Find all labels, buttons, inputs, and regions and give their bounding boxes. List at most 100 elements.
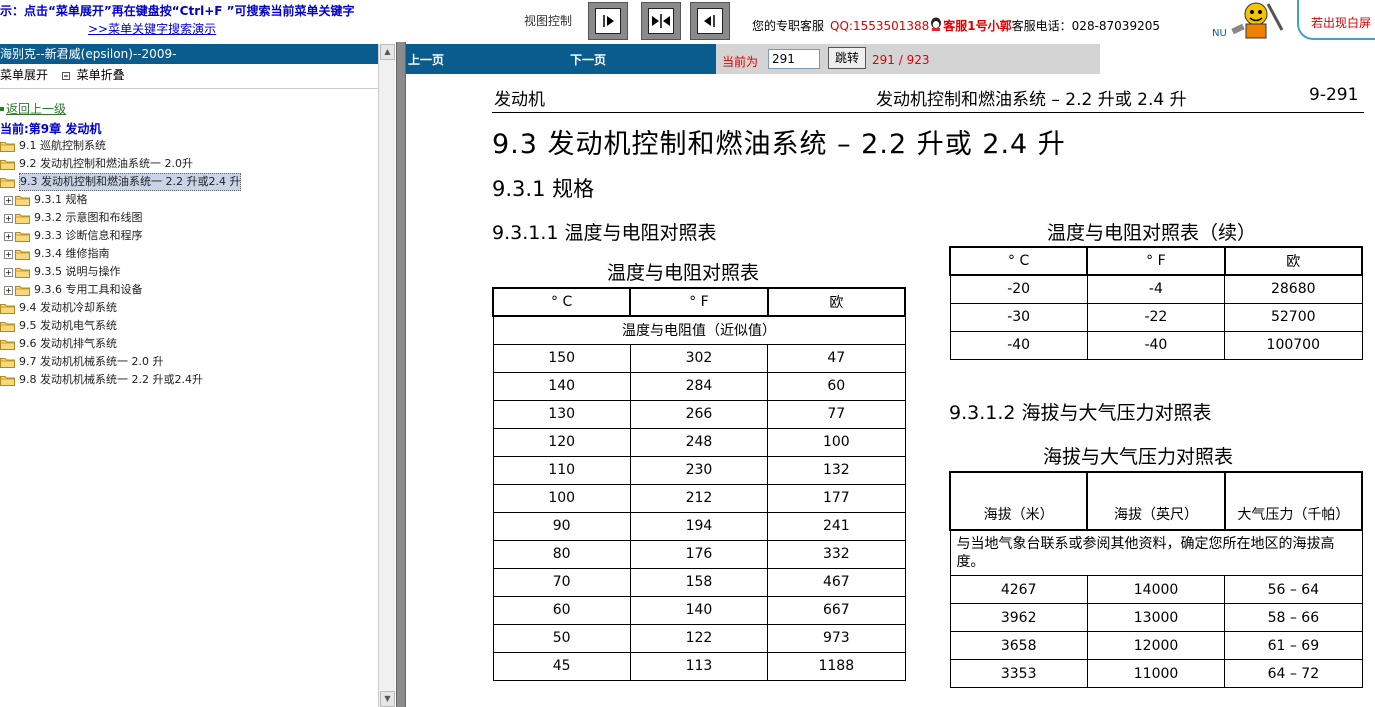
page-number-input[interactable] (768, 49, 820, 69)
table-row: 100 212 177 (492, 483, 906, 513)
folder-icon (15, 285, 30, 296)
prev-page-link[interactable]: 上一页 (408, 51, 444, 68)
tree-item-label: 9.3.5 说明与操作 (34, 265, 121, 278)
group-label-cell: 温度与电阻值（近似值） (492, 315, 906, 345)
tree-item[interactable]: +9.3.5 说明与操作 (4, 264, 121, 280)
scroll-up-arrow[interactable]: ▲ (380, 44, 395, 60)
expand-toggle-icon[interactable]: + (4, 195, 13, 205)
header-cell: 欧 (1223, 246, 1364, 276)
menu-expand-button[interactable]: 菜单展开 (0, 68, 48, 82)
white-screen-help-tab[interactable]: 若出现白屏 (1297, 0, 1375, 40)
next-page-link[interactable]: 下一页 (570, 51, 606, 68)
back-label: 返回上一级 (6, 102, 67, 116)
scroll-down-arrow[interactable]: ▼ (380, 691, 395, 707)
tree-item[interactable]: 9.2 发动机控制和燃油系统一 2.0升 (0, 156, 193, 172)
back-link[interactable]: 返回上一级 (0, 100, 66, 117)
tree-item[interactable]: +9.3.6 专用工具和设备 (4, 282, 143, 298)
tree-item[interactable]: 9.8 发动机机械系统一 2.2 升或2.4升 (0, 372, 203, 388)
table-header-row: ° C ° F 欧 (491, 287, 907, 317)
table-cell: 140 (492, 371, 631, 401)
table-cell: 64 – 72 (1224, 659, 1363, 688)
table1-caption: 温度与电阻对照表 (607, 262, 760, 284)
table-cell: 14000 (1086, 575, 1226, 604)
table-row: -20 -4 28680 (949, 274, 1363, 304)
table-row: 60 140 667 (492, 595, 906, 625)
expand-toggle-icon[interactable]: + (4, 267, 13, 277)
expand-toggle-icon[interactable]: + (4, 213, 13, 223)
header-cell: ° C (491, 287, 632, 317)
table-cell: 284 (629, 371, 769, 401)
running-header-left: 发动机 (494, 90, 545, 110)
table-cell: 58 – 66 (1224, 603, 1363, 632)
table-cell: 3353 (949, 659, 1088, 688)
search-demo-link[interactable]: >>菜单关键字搜索演示 (88, 20, 216, 37)
folder-icon (0, 177, 15, 188)
header-cell: ° C (948, 246, 1089, 276)
tree-item[interactable]: +9.3.1 规格 (4, 192, 88, 208)
tree-item[interactable]: 9.5 发动机电气系统 (0, 318, 117, 334)
tree-item-label: 9.3.2 示意图和布线图 (34, 211, 143, 224)
white-screen-help-label: 若出现白屏 (1311, 16, 1372, 30)
pager: 当前为 跳转 291 / 923 (716, 44, 1100, 74)
table-cell: 77 (767, 399, 906, 429)
tree-item-label: 9.4 发动机冷却系统 (19, 301, 117, 314)
table-cell: 61 – 69 (1224, 631, 1363, 660)
folder-icon (0, 357, 15, 368)
table-cell: 120 (492, 427, 631, 457)
qq-number[interactable]: QQ:1553501388 (830, 19, 929, 33)
table3-caption: 海拔与大气压力对照表 (1043, 446, 1234, 468)
menu-collapse-button[interactable]: 菜单折叠 (77, 68, 125, 82)
content-pane: 上一页 下一页 当前为 跳转 291 / 923 发动机 发动机控制和燃油系统 … (406, 42, 1375, 707)
jump-button[interactable]: 跳转 (828, 47, 866, 69)
table-cell: 1188 (767, 651, 906, 681)
tree-item[interactable]: +9.3.3 诊断信息和程序 (4, 228, 143, 244)
table-cell: 13000 (1086, 603, 1226, 632)
tree-item[interactable]: 9.3 发动机控制和燃油系统一 2.2 升或2.4 升 (0, 173, 242, 191)
tree-item[interactable]: +9.3.4 维修指南 (4, 246, 110, 262)
folder-icon (15, 195, 30, 206)
tree-item[interactable]: +9.3.2 示意图和布线图 (4, 210, 143, 226)
split-view-button[interactable] (641, 2, 681, 40)
tree-item-label: 9.3.1 规格 (34, 193, 88, 206)
tree-item[interactable]: 9.4 发动机冷却系统 (0, 300, 117, 316)
table-note-row: 与当地气象台联系或参阅其他资料，确定您所在地区的海拔高度。 (949, 529, 1363, 576)
tree-item-label: 9.5 发动机电气系统 (19, 319, 117, 332)
expand-left-button[interactable] (690, 2, 730, 40)
back-icon (0, 107, 4, 111)
page-number: 9-291 (1309, 85, 1359, 105)
temp-resistance-table-cont: ° C ° F 欧 -20 -4 28680 -30 -22 52700 -40 -40 100… (948, 246, 1364, 360)
table-cell: 3658 (949, 631, 1088, 660)
expand-right-button[interactable] (588, 2, 628, 40)
table-cell: 667 (767, 595, 906, 625)
folder-icon (15, 231, 30, 242)
folder-icon (15, 267, 30, 278)
table-cell: 60 (492, 595, 631, 625)
table-cell: -4 (1086, 274, 1226, 304)
sidebar-divider (0, 88, 378, 89)
customer-service-info: 您的专职客服 QQ:1553501388 客服1号小郭客服电话：028-87039… (752, 17, 1160, 34)
expand-toggle-icon[interactable]: + (4, 249, 13, 259)
table-cell: 176 (629, 539, 769, 569)
split-arrows-icon (648, 8, 674, 34)
tree-item-label: 9.3 发动机控制和燃油系统一 2.2 升或2.4 升 (19, 173, 242, 191)
sidebar-scrollbar[interactable]: ▲ ▼ (378, 44, 395, 707)
table-cell: 90 (492, 511, 631, 541)
tree-item[interactable]: 9.1 巡航控制系统 (0, 138, 106, 154)
current-page-label: 当前为 (722, 55, 759, 69)
expand-toggle-icon[interactable]: + (4, 285, 13, 295)
table-header-row: ° C ° F 欧 (948, 246, 1364, 276)
tel-label: 客服电话： (1011, 19, 1072, 33)
tree-item[interactable]: 9.7 发动机机械系统一 2.0 升 (0, 354, 163, 370)
expand-toggle-icon[interactable]: + (4, 231, 13, 241)
frame-divider[interactable] (396, 42, 406, 707)
tree-item[interactable]: 9.6 发动机排气系统 (0, 336, 117, 352)
qq-chat-icon[interactable] (929, 17, 943, 31)
table-cell: 80 (492, 539, 631, 569)
table-cell: 332 (767, 539, 906, 569)
table-row: -30 -22 52700 (949, 302, 1363, 332)
table-cell: 100 (492, 483, 631, 513)
table-cell: 194 (629, 511, 769, 541)
table-cell: 4267 (949, 575, 1088, 604)
folder-icon (15, 249, 30, 260)
table-cell: 52700 (1224, 302, 1363, 332)
